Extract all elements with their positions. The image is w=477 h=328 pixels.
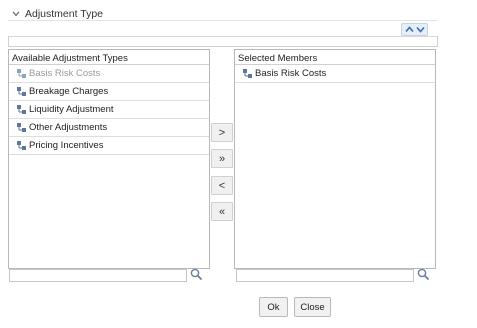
list-item[interactable]: Other Adjustments bbox=[9, 119, 209, 137]
header-divider bbox=[8, 20, 438, 21]
list-item-label: Pricing Incentives bbox=[29, 140, 104, 151]
list-item[interactable]: Pricing Incentives bbox=[9, 137, 209, 155]
member-icon bbox=[17, 87, 26, 96]
sort-up-icon[interactable] bbox=[405, 26, 414, 33]
selected-list-title: Selected Members bbox=[238, 53, 318, 64]
selected-search-input[interactable] bbox=[236, 269, 414, 282]
collapse-chevron-icon[interactable] bbox=[11, 9, 21, 19]
close-button[interactable]: Close bbox=[294, 297, 331, 317]
list-item[interactable]: Basis Risk Costs bbox=[235, 65, 435, 83]
filter-bar bbox=[8, 36, 438, 47]
search-icon[interactable] bbox=[190, 268, 203, 281]
remove-button[interactable]: < bbox=[211, 176, 233, 195]
list-item[interactable]: Basis Risk Costs bbox=[9, 65, 209, 83]
member-icon bbox=[17, 105, 26, 114]
list-item-label: Liquidity Adjustment bbox=[29, 104, 114, 115]
remove-all-button[interactable]: « bbox=[211, 202, 233, 221]
available-search-input[interactable] bbox=[9, 269, 187, 282]
member-icon bbox=[17, 141, 26, 150]
available-list-title: Available Adjustment Types bbox=[12, 53, 128, 64]
move-button[interactable]: > bbox=[211, 123, 233, 142]
search-icon[interactable] bbox=[417, 268, 430, 281]
selected-list-panel: Selected Members Basis Risk Costs bbox=[234, 49, 436, 269]
list-item-label: Basis Risk Costs bbox=[29, 68, 101, 79]
list-item[interactable]: Breakage Charges bbox=[9, 83, 209, 101]
member-icon bbox=[17, 123, 26, 132]
sort-controls bbox=[401, 23, 428, 36]
member-icon bbox=[17, 69, 26, 78]
list-item[interactable]: Liquidity Adjustment bbox=[9, 101, 209, 119]
available-list-panel: Available Adjustment Types Basis Risk Co… bbox=[8, 49, 210, 269]
section-title: Adjustment Type bbox=[25, 8, 104, 20]
list-item-label: Other Adjustments bbox=[29, 122, 108, 133]
ok-button[interactable]: Ok bbox=[259, 297, 288, 317]
move-all-button[interactable]: » bbox=[211, 149, 233, 168]
list-item-label: Breakage Charges bbox=[29, 86, 109, 97]
list-item-label: Basis Risk Costs bbox=[255, 68, 327, 79]
sort-down-icon[interactable] bbox=[416, 26, 425, 33]
member-icon bbox=[243, 69, 252, 78]
